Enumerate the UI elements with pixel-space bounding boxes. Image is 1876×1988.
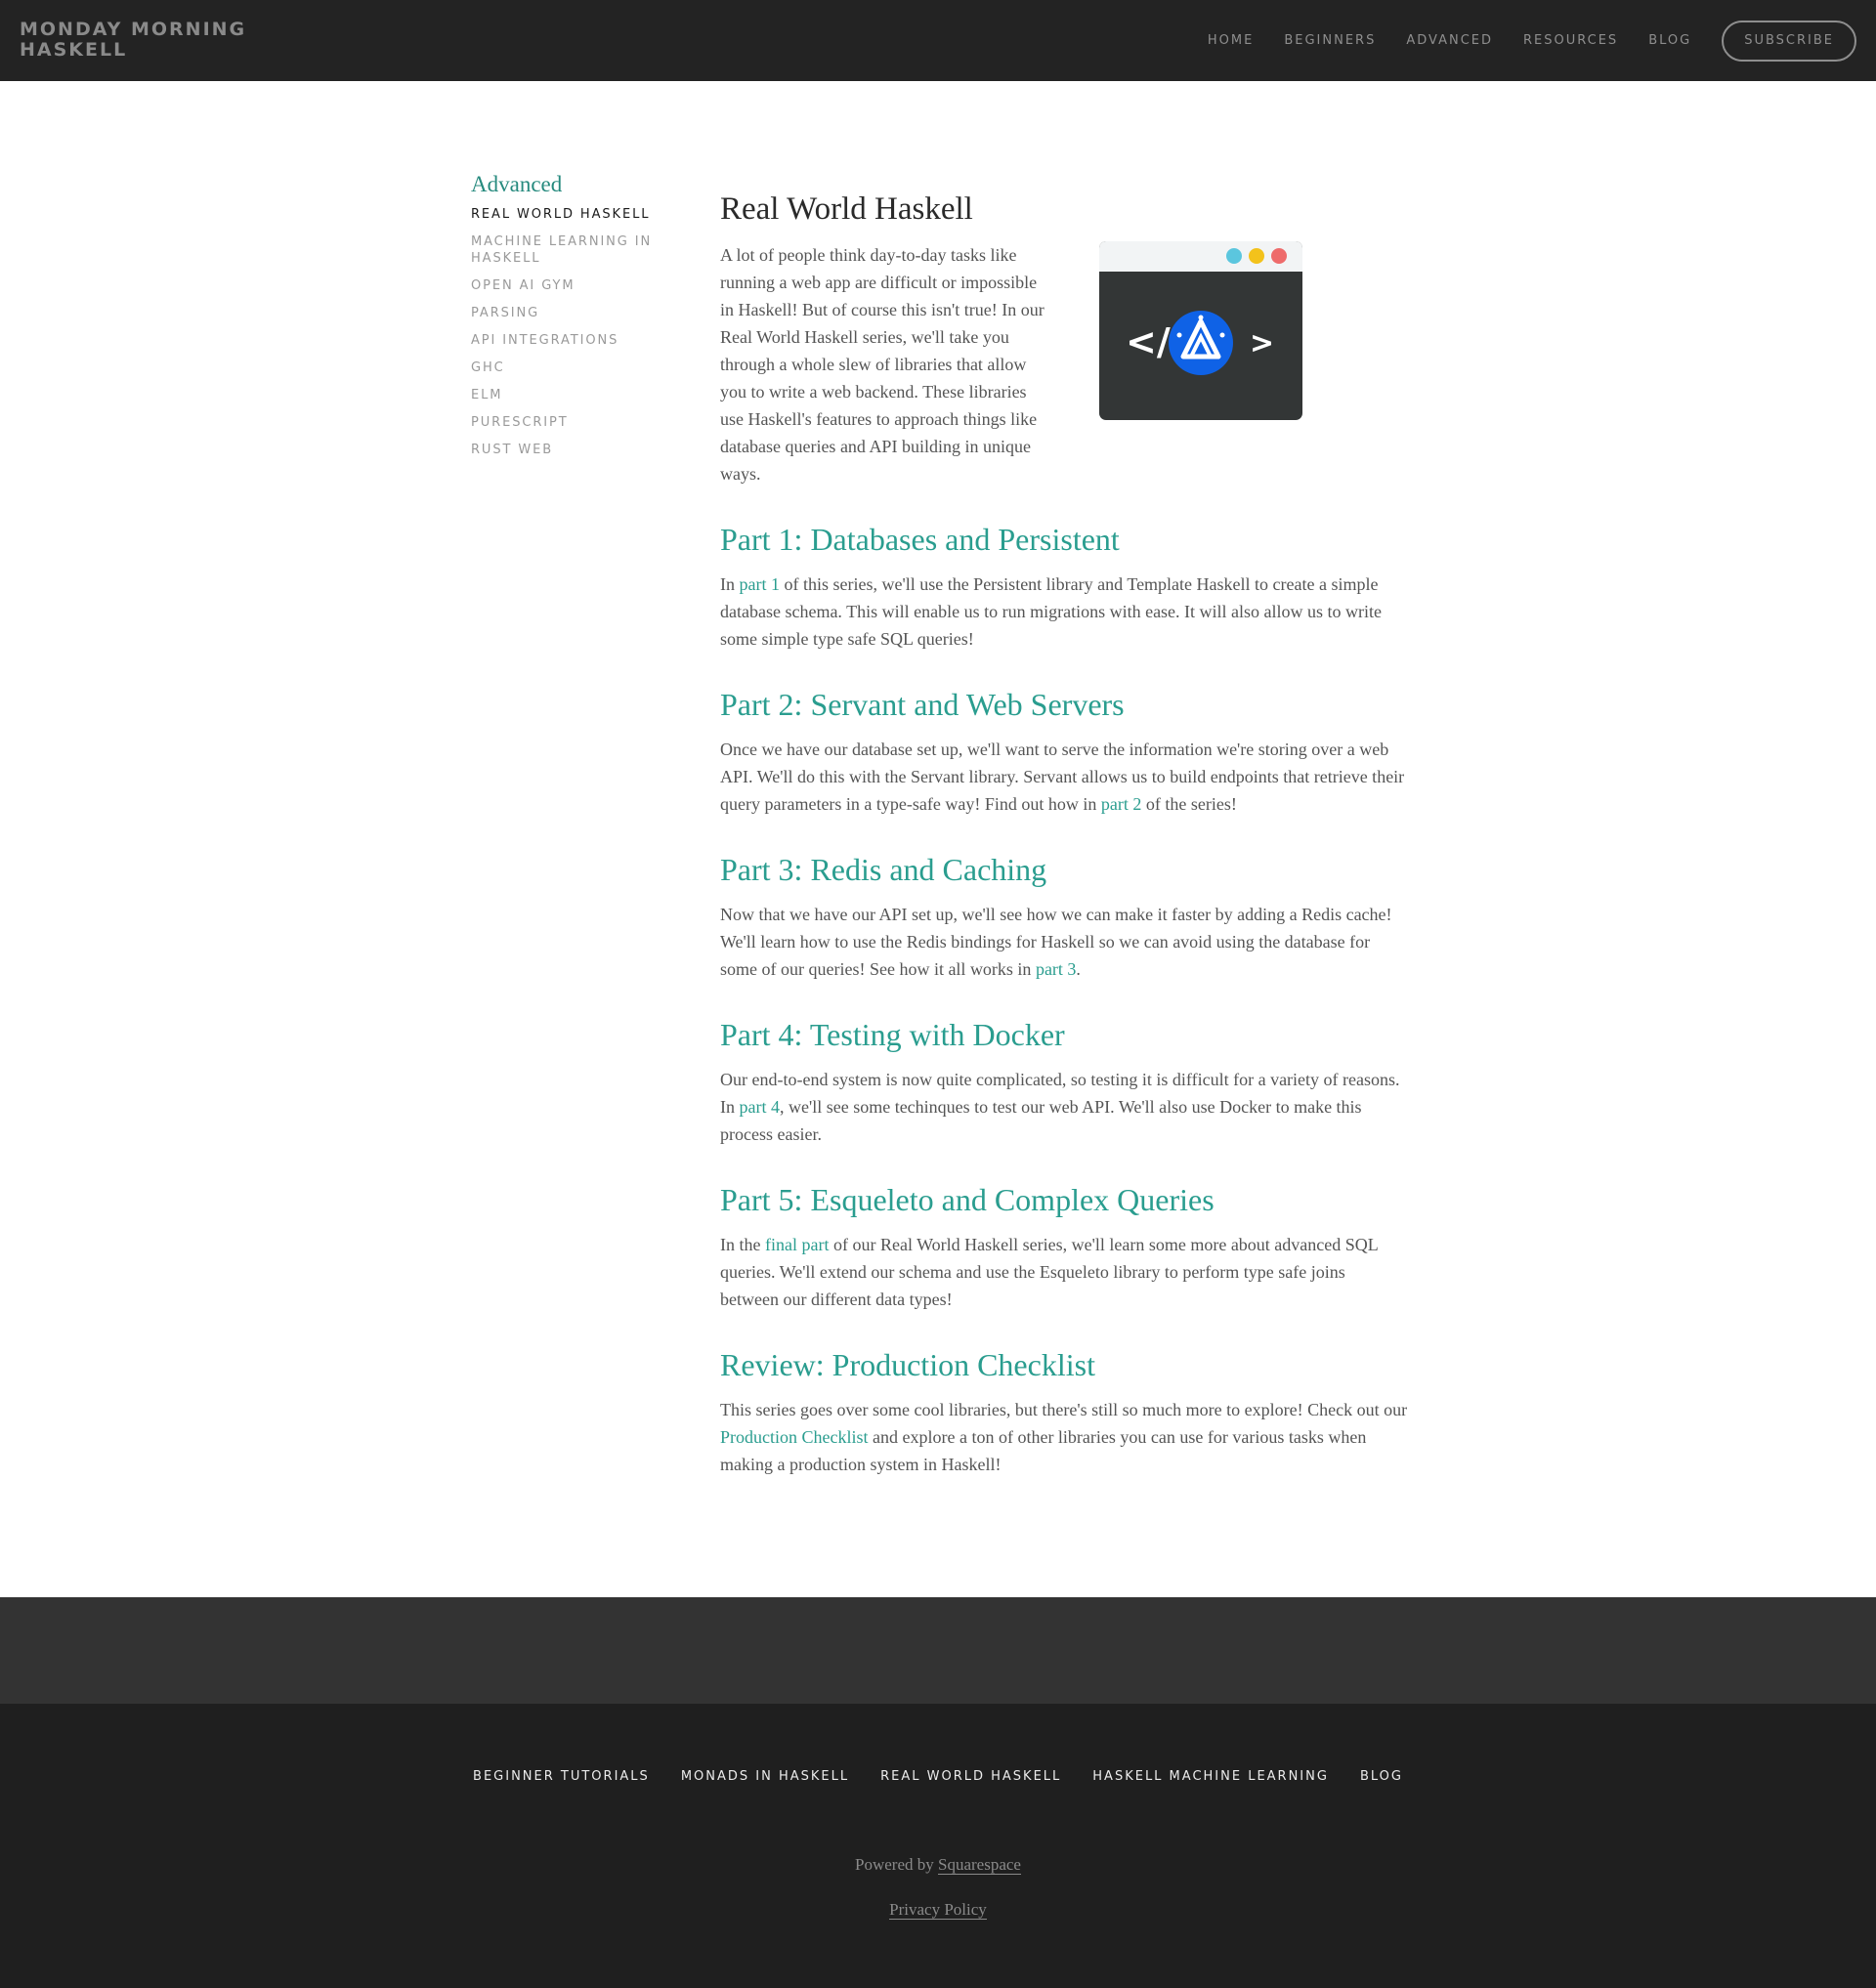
section-heading: Part 4: Testing with Docker — [720, 1017, 1065, 1052]
sidebar-item-real-world-haskell[interactable]: REAL WORLD HASKELL — [471, 206, 686, 223]
footer-band — [0, 1597, 1876, 1704]
production-checklist-link[interactable]: Production Checklist — [720, 1427, 869, 1447]
text-span: In — [720, 574, 740, 594]
powered-by: Powered by Squarespace — [0, 1855, 1876, 1875]
text-span: In the — [720, 1235, 765, 1254]
section-part-4: Part 4: Testing with Docker Our end-to-e… — [720, 1015, 1408, 1148]
footer-link-monads[interactable]: MONADS IN HASKELL — [681, 1769, 849, 1784]
footer-link-blog[interactable]: BLOG — [1360, 1769, 1403, 1784]
site-footer: BEGINNER TUTORIALS MONADS IN HASKELL REA… — [0, 1704, 1876, 1988]
nav-beginners[interactable]: BEGINNERS — [1284, 33, 1376, 48]
privacy-policy-link[interactable]: Privacy Policy — [889, 1900, 987, 1920]
final-part-link[interactable]: final part — [765, 1235, 829, 1254]
text-span: of the series! — [1141, 794, 1237, 814]
nav-home[interactable]: HOME — [1208, 33, 1254, 48]
text-span: , we'll see some techinques to test our … — [720, 1097, 1362, 1144]
text-span: This series goes over some cool librarie… — [720, 1400, 1408, 1419]
main-content: Real World Haskell A lot of people think… — [720, 190, 1408, 1478]
section-review: Review: Production Checklist This series… — [720, 1345, 1408, 1478]
logo-spark — [1198, 315, 1204, 320]
window-dot-red — [1271, 248, 1287, 264]
privacy-row: Privacy Policy — [0, 1900, 1876, 1920]
site-header: MONDAY MORNING HASKELL HOME BEGINNERS AD… — [0, 0, 1876, 81]
section-paragraph: This series goes over some cool librarie… — [720, 1396, 1408, 1478]
nav-resources[interactable]: RESOURCES — [1523, 33, 1618, 48]
code-close-glyph: > — [1250, 326, 1274, 360]
footer-link-beginner-tutorials[interactable]: BEGINNER TUTORIALS — [473, 1769, 650, 1784]
hero-image: </ > — [1099, 241, 1302, 420]
section-paragraph: Once we have our database set up, we'll … — [720, 736, 1408, 818]
nav-advanced[interactable]: ADVANCED — [1406, 33, 1493, 48]
powered-label: Powered by — [855, 1855, 938, 1874]
section-paragraph: Now that we have our API set up, we'll s… — [720, 901, 1408, 983]
section-part-5: Part 5: Esqueleto and Complex Queries In… — [720, 1180, 1408, 1313]
code-window-icon: </ > — [1099, 241, 1302, 420]
section-paragraph: In part 1 of this series, we'll use the … — [720, 571, 1408, 653]
section-heading: Part 2: Servant and Web Servers — [720, 687, 1125, 722]
window-dot-blue — [1226, 248, 1242, 264]
nav-blog[interactable]: BLOG — [1648, 33, 1691, 48]
logo-spark — [1219, 332, 1225, 338]
sidebar-item-elm[interactable]: ELM — [471, 387, 686, 403]
intro-block: A lot of people think day-to-day tasks l… — [720, 241, 1408, 487]
section-paragraph: In the final part of our Real World Hask… — [720, 1231, 1408, 1313]
section-heading: Part 1: Databases and Persistent — [720, 522, 1120, 557]
subscribe-button[interactable]: SUBSCRIBE — [1722, 20, 1856, 62]
section-paragraph: Our end-to-end system is now quite compl… — [720, 1066, 1408, 1148]
section-heading: Review: Production Checklist — [720, 1347, 1095, 1382]
logo-spark — [1176, 332, 1182, 338]
sidebar-item-ghc[interactable]: GHC — [471, 360, 686, 376]
site-logo[interactable]: MONDAY MORNING HASKELL — [20, 20, 274, 61]
sidebar-item-api-integrations[interactable]: API INTEGRATIONS — [471, 332, 686, 349]
footer-link-real-world-haskell[interactable]: REAL WORLD HASKELL — [880, 1769, 1061, 1784]
main-nav: HOME BEGINNERS ADVANCED RESOURCES BLOG S… — [1208, 0, 1876, 81]
sidebar-title[interactable]: Advanced — [471, 172, 686, 197]
window-dot-yellow — [1249, 248, 1264, 264]
text-span: . — [1076, 959, 1081, 979]
sidebar-item-parsing[interactable]: PARSING — [471, 305, 686, 321]
section-heading: Part 5: Esqueleto and Complex Queries — [720, 1182, 1215, 1217]
intro-paragraph: A lot of people think day-to-day tasks l… — [720, 245, 1045, 484]
code-open-glyph: </ — [1126, 320, 1171, 363]
part-1-link[interactable]: part 1 — [740, 574, 780, 594]
page-title: Real World Haskell — [720, 191, 973, 227]
sidebar-item-purescript[interactable]: PURESCRIPT — [471, 414, 686, 431]
section-heading: Part 3: Redis and Caching — [720, 852, 1047, 887]
squarespace-link[interactable]: Squarespace — [938, 1855, 1021, 1875]
text-span: Once we have our database set up, we'll … — [720, 740, 1405, 814]
footer-link-machine-learning[interactable]: HASKELL MACHINE LEARNING — [1092, 1769, 1329, 1784]
sidebar-item-open-ai-gym[interactable]: OPEN AI GYM — [471, 277, 686, 294]
text-span: of this series, we'll use the Persistent… — [720, 574, 1383, 649]
section-part-1: Part 1: Databases and Persistent In part… — [720, 520, 1408, 653]
sidebar: Advanced REAL WORLD HASKELL MACHINE LEAR… — [471, 172, 686, 469]
part-3-link[interactable]: part 3 — [1036, 959, 1076, 979]
sidebar-item-rust-web[interactable]: RUST WEB — [471, 442, 686, 458]
part-4-link[interactable]: part 4 — [740, 1097, 780, 1117]
footer-nav: BEGINNER TUTORIALS MONADS IN HASKELL REA… — [0, 1769, 1876, 1784]
section-part-2: Part 2: Servant and Web Servers Once we … — [720, 685, 1408, 818]
section-part-3: Part 3: Redis and Caching Now that we ha… — [720, 850, 1408, 983]
sidebar-item-machine-learning[interactable]: MACHINE LEARNING IN HASKELL — [471, 233, 686, 267]
part-2-link[interactable]: part 2 — [1101, 794, 1141, 814]
